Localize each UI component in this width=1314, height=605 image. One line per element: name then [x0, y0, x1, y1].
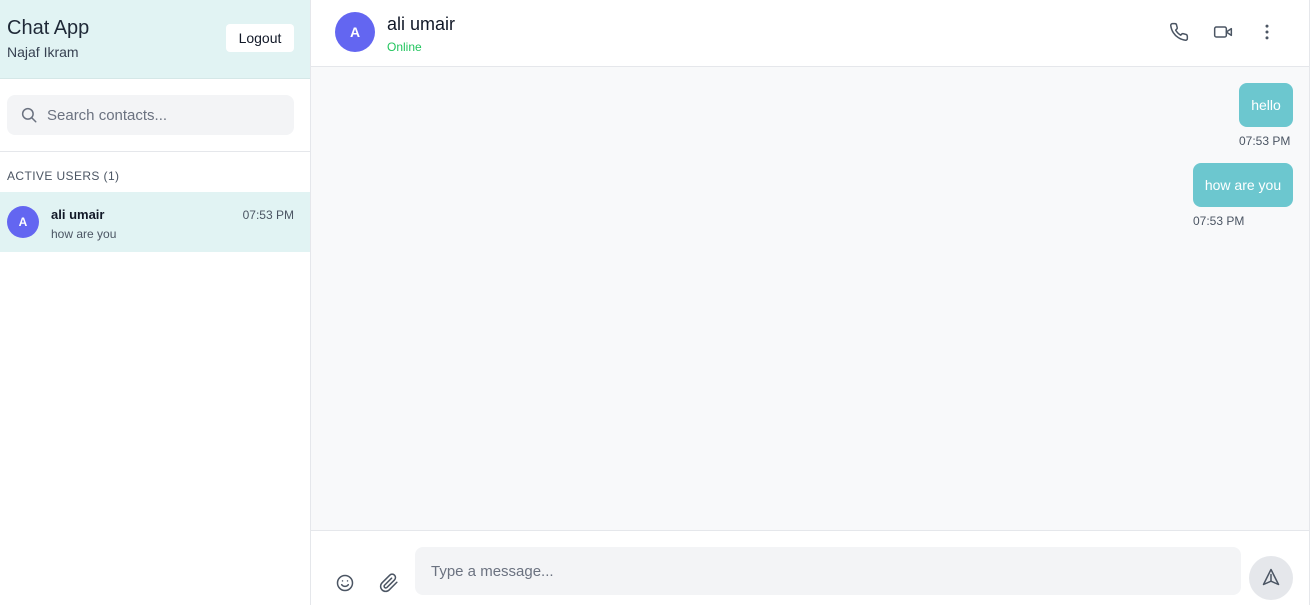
chat-contact-name: ali umair	[387, 14, 456, 34]
contact-name: ali umair	[51, 207, 105, 222]
active-users-label: ACTIVE USERS (1)	[7, 169, 120, 183]
message-time: 07:53 PM	[1193, 214, 1245, 228]
search-section	[0, 79, 310, 152]
message-list: hello 07:53 PM how are you 07:53 PM	[311, 67, 1309, 530]
search-icon	[20, 106, 38, 124]
avatar: A	[7, 206, 39, 238]
contact-time: 07:53 PM	[242, 208, 294, 222]
emoji-icon[interactable]	[333, 571, 357, 595]
sidebar: Chat App Najaf Ikram Logout ACTIVE USERS…	[0, 0, 311, 605]
message-composer	[311, 530, 1309, 605]
send-button[interactable]	[1249, 556, 1293, 600]
contact-last-message: how are you	[51, 227, 117, 241]
send-icon	[1261, 567, 1281, 590]
attachment-icon[interactable]	[377, 571, 401, 595]
message-bubble: hello	[1239, 83, 1293, 127]
contact-item[interactable]: A ali umair 07:53 PM how are you	[0, 192, 310, 252]
sidebar-header: Chat App Najaf Ikram Logout	[0, 0, 310, 79]
logout-button[interactable]: Logout	[226, 24, 294, 52]
message-input[interactable]	[415, 547, 1241, 595]
chat-header: A ali umair Online	[311, 0, 1309, 67]
app-title: Chat App	[7, 17, 90, 39]
search-box[interactable]	[7, 95, 294, 135]
chat-panel: A ali umair Online hello 07:53 PM how ar…	[311, 0, 1309, 605]
more-vertical-icon[interactable]	[1255, 20, 1279, 44]
search-input[interactable]	[47, 95, 287, 135]
phone-icon[interactable]	[1167, 20, 1191, 44]
message-time: 07:53 PM	[1239, 134, 1291, 148]
status-badge: Online	[387, 40, 422, 54]
window-edge	[1309, 0, 1314, 605]
message-bubble: how are you	[1193, 163, 1293, 207]
video-icon[interactable]	[1211, 20, 1235, 44]
current-user-name: Najaf Ikram	[7, 44, 79, 60]
avatar: A	[335, 12, 375, 52]
